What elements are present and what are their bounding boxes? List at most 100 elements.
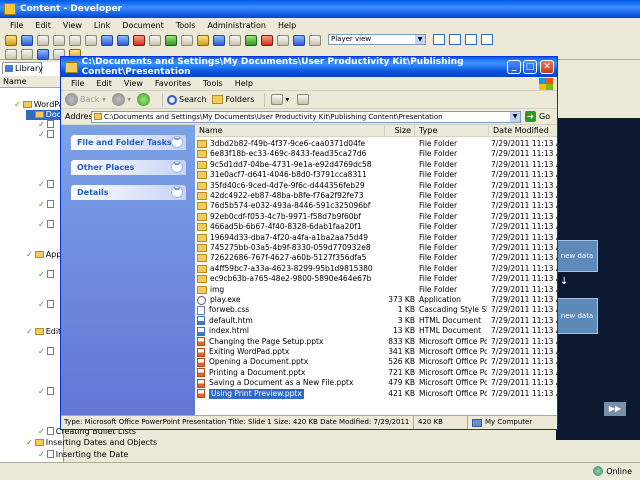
paste-icon[interactable]	[85, 34, 97, 46]
back-button[interactable]: Back ▾	[65, 93, 106, 106]
file-row[interactable]: 35fd40c6-9ced-4d7e-9f6c-d444356feb29 File…	[195, 181, 557, 191]
explorer-title-bar[interactable]: C:\Documents and Settings\My Documents\U…	[61, 57, 557, 77]
file-row[interactable]: 9c5d1dd7-04be-4731-9e1a-e92d4769dc58 File…	[195, 160, 557, 170]
tree-item-child[interactable]: ✓	[38, 347, 56, 357]
task-group-details[interactable]: Details ︾	[71, 185, 186, 200]
layout-view-2-icon[interactable]	[449, 34, 461, 45]
copy-icon[interactable]	[69, 34, 81, 46]
tree-item-inserting-the-date[interactable]: ✓ Inserting the Date	[38, 450, 128, 460]
file-row[interactable]: Opening a Document.pptx 526 KB Microsoft O…	[195, 357, 557, 367]
chevron-down-icon[interactable]: ▼	[510, 112, 520, 122]
chevron-down-icon[interactable]: ︾	[171, 186, 183, 198]
outline-icon[interactable]	[277, 34, 289, 46]
ex-menu-edit[interactable]: Edit	[90, 79, 118, 88]
library-tab[interactable]: Library	[2, 62, 43, 74]
new-icon[interactable]	[5, 34, 17, 46]
file-row[interactable]: Saving a Document as a New File.pptx 479 …	[195, 378, 557, 388]
bubble-icon[interactable]	[37, 48, 49, 60]
menu-file[interactable]: File	[4, 21, 29, 30]
minimize-button[interactable]: _	[507, 60, 521, 74]
task-group-other-places[interactable]: Other Places ︾	[71, 160, 186, 175]
chevron-down-icon[interactable]: ▼	[415, 35, 425, 44]
views-button[interactable]: ▾	[269, 94, 289, 105]
check-in-icon[interactable]	[245, 34, 257, 46]
file-row[interactable]: Exiting WordPad.pptx 341 KB Microsoft Offi…	[195, 347, 557, 357]
column-header-date[interactable]: Date Modified	[489, 125, 557, 137]
refresh-icon[interactable]	[309, 34, 321, 46]
tree-item-child[interactable]: ✓	[38, 220, 56, 230]
properties-button[interactable]	[295, 94, 311, 105]
maximize-button[interactable]: □	[523, 60, 537, 74]
tree-item-child[interactable]: ✓	[38, 130, 56, 140]
redo-icon[interactable]	[117, 34, 129, 46]
tree-item-child[interactable]: ✓	[38, 387, 56, 397]
record-icon[interactable]	[165, 34, 177, 46]
file-row[interactable]: default.htm 3 KB HTML Document 7/29/2011 11…	[195, 316, 557, 326]
file-row[interactable]: 745275bb-03a5-4b9f-8330-059d770932e8 File…	[195, 243, 557, 253]
file-row[interactable]: play.exe 373 KB Application 7/29/2011 11:13…	[195, 295, 557, 305]
file-row[interactable]: Changing the Page Setup.pptx 833 KB Micros…	[195, 337, 557, 347]
file-row[interactable]: 19694d33-dba7-4f20-a4fa-a1ba2aa75d49 File…	[195, 233, 557, 243]
file-row[interactable]: Printing a Document.pptx 721 KB Microsoft …	[195, 368, 557, 378]
tree-item-child[interactable]: ✓	[38, 180, 56, 190]
name-column-header[interactable]: Name	[0, 76, 64, 88]
topic-icon[interactable]	[293, 34, 305, 46]
file-row[interactable]: 466ad5b-6b67-4f40-8328-6dab1faa20f1 File …	[195, 222, 557, 232]
find-icon[interactable]	[149, 34, 161, 46]
column-header-name[interactable]: Name	[195, 125, 385, 137]
layout-view-1-icon[interactable]	[433, 34, 445, 45]
chevron-down-icon[interactable]: ︾	[171, 136, 183, 148]
delete-icon[interactable]	[133, 34, 145, 46]
print-icon[interactable]	[37, 34, 49, 46]
link-icon[interactable]	[197, 34, 209, 46]
column-header-size[interactable]: Size	[385, 125, 415, 137]
menu-edit[interactable]: Edit	[29, 21, 57, 30]
file-row[interactable]: ec9cb63b-a765-48e2-9800-5890e464e67b File…	[195, 274, 557, 284]
tree-item-child[interactable]: ✓	[38, 300, 56, 310]
go-button[interactable]: ➜ Go	[525, 111, 550, 122]
ex-menu-file[interactable]: File	[65, 79, 90, 88]
file-row[interactable]: 3dbd2b82-f49b-4f37-9ce6-caa0371d04fe File…	[195, 139, 557, 149]
file-row[interactable]: 76d5b574-e032-493a-8446-591c325096bf File…	[195, 201, 557, 211]
folders-button[interactable]: Folders	[212, 95, 254, 104]
search-button[interactable]: Search	[167, 94, 206, 105]
address-input[interactable]: C:\Documents and Settings\My Documents\U…	[91, 111, 521, 123]
publish-icon[interactable]	[229, 34, 241, 46]
task-group-file-folder[interactable]: File and Folder Tasks ︾	[71, 135, 186, 150]
close-button[interactable]: ✕	[540, 60, 554, 74]
chevron-down-icon[interactable]: ︾	[171, 161, 183, 173]
menu-help[interactable]: Help	[272, 21, 302, 30]
preview-icon[interactable]	[213, 34, 225, 46]
file-row[interactable]: 6e83f18b-ec33-469c-8433-fead35ca27d6 File…	[195, 149, 557, 159]
menu-administration[interactable]: Administration	[201, 21, 272, 30]
frame-icon[interactable]	[5, 48, 17, 60]
file-row[interactable]: img File Folder 7/29/2011 11:13 AM	[195, 285, 557, 295]
preview-next-button[interactable]: ▶▶	[604, 402, 626, 416]
menu-tools[interactable]: Tools	[170, 21, 202, 30]
file-row[interactable]: 72622686-767f-4627-a60b-5127f356dfa5 File…	[195, 253, 557, 263]
ex-menu-tools[interactable]: Tools	[197, 79, 229, 88]
properties-icon[interactable]	[181, 34, 193, 46]
menu-link[interactable]: Link	[88, 21, 116, 30]
tree-item-wordpad[interactable]: ✓ WordPa	[14, 100, 64, 110]
tree-item-editing[interactable]: ✓ Editi	[26, 327, 63, 337]
file-row[interactable]: 92eb0cdf-f053-4c7b-9971-f58d7b9f60bf File…	[195, 212, 557, 222]
tree-item-applying[interactable]: ✓ Appl	[26, 250, 64, 260]
column-header-type[interactable]: Type	[415, 125, 489, 137]
file-row[interactable]: 42dc4922-eb87-48ba-b8fe-f76a2f92fe73 File…	[195, 191, 557, 201]
file-row[interactable]: Using Print Preview.pptx 421 KB Microsoft …	[195, 388, 557, 399]
file-row[interactable]: a4ff59bc7-a33a-4623-8299-95b1d9815380 Fil…	[195, 264, 557, 274]
tree-item-child[interactable]: ✓	[38, 120, 56, 130]
save-icon[interactable]	[21, 34, 33, 46]
tree-item-child[interactable]: ✓	[38, 270, 56, 280]
forward-button[interactable]: ▾	[111, 93, 131, 106]
layout-view-3-icon[interactable]	[465, 34, 477, 45]
cut-icon[interactable]	[53, 34, 65, 46]
tree-item-inserting-dates[interactable]: ✓ Inserting Dates and Objects	[26, 438, 157, 448]
tree-item-child[interactable]: ✓	[38, 200, 56, 210]
menu-document[interactable]: Document	[116, 21, 169, 30]
undo-icon[interactable]	[101, 34, 113, 46]
ex-menu-favorites[interactable]: Favorites	[149, 79, 197, 88]
action-icon[interactable]	[21, 48, 33, 60]
file-row[interactable]: 31e0acf7-d641-4046-b8d0-f3791cca8311 File…	[195, 170, 557, 180]
